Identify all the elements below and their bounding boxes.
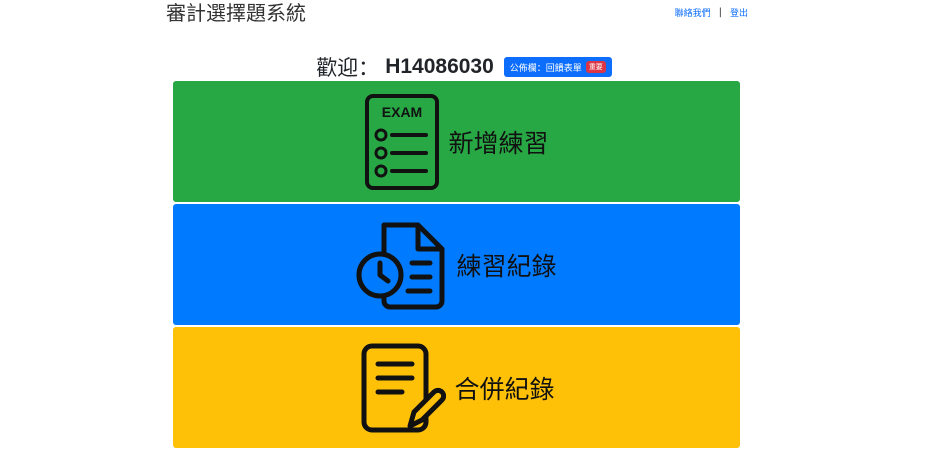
merged-history-label: 合併紀錄 bbox=[454, 374, 555, 404]
document-edit-icon bbox=[358, 342, 447, 434]
exam-icon: EXAM bbox=[364, 93, 440, 191]
merged-history-card[interactable]: 合併紀錄 bbox=[173, 327, 740, 448]
welcome-row: 歡迎： H14086030 公佈欄：回饋表單 重要 bbox=[0, 52, 928, 82]
link-separator: | bbox=[718, 7, 722, 18]
top-links: 聯絡我們 | 登出 bbox=[675, 6, 748, 19]
notice-board-label: 公佈欄：回饋表單 bbox=[509, 63, 582, 74]
logout-link[interactable]: 登出 bbox=[730, 6, 748, 19]
new-practice-label: 新增練習 bbox=[448, 128, 549, 158]
page: 審計選擇題系統 聯絡我們 | 登出 歡迎： H14086030 公佈欄：回饋表單… bbox=[0, 0, 928, 461]
welcome-prefix: 歡迎： bbox=[316, 56, 380, 80]
practice-history-label: 練習紀錄 bbox=[456, 251, 557, 281]
document-clock-icon bbox=[356, 219, 448, 311]
welcome-user-id: H14086030 bbox=[385, 55, 494, 78]
important-badge: 重要 bbox=[585, 61, 606, 73]
contact-us-link[interactable]: 聯絡我們 bbox=[675, 6, 711, 19]
practice-history-card[interactable]: 練習紀錄 bbox=[173, 204, 740, 325]
new-practice-card[interactable]: EXAM 新增練習 bbox=[173, 81, 740, 202]
app-title: 審計選擇題系統 bbox=[166, 1, 306, 25]
notice-board-button[interactable]: 公佈欄：回饋表單 重要 bbox=[503, 57, 612, 77]
exam-icon-text: EXAM bbox=[382, 104, 422, 120]
